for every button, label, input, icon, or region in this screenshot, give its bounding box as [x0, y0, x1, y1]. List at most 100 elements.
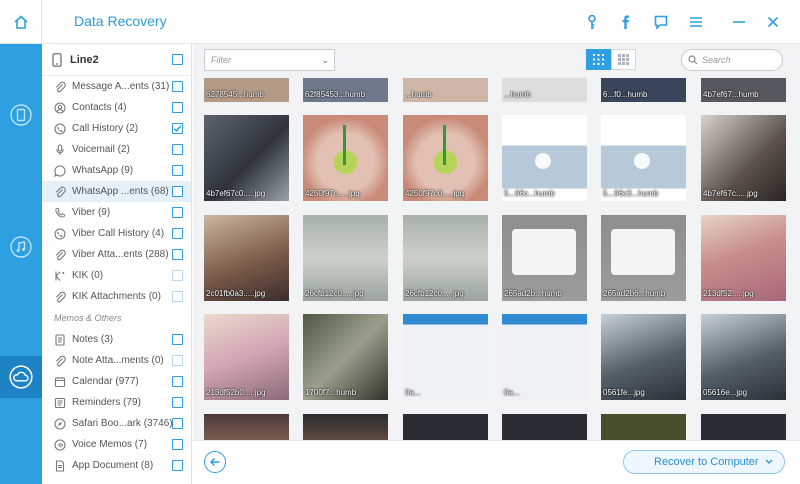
grid-view-toggle[interactable] — [586, 49, 611, 70]
thumbnail[interactable]: 5...96c3...humb — [601, 115, 686, 201]
category-checkbox[interactable] — [172, 249, 183, 260]
filter-dropdown[interactable]: Filter ⌄ — [204, 49, 335, 71]
thumbnail-caption: 0561fe...jpg — [603, 388, 645, 397]
memo-category-label: Safari Boo...ark (3746) — [72, 418, 173, 429]
close-button[interactable] — [763, 12, 783, 32]
memo-category-item[interactable]: Note Atta...ments (0) — [42, 350, 191, 371]
memo-category-item[interactable]: App Document (8) — [42, 455, 191, 476]
category-checkbox[interactable] — [172, 207, 183, 218]
whatsapp-icon — [54, 164, 66, 177]
category-checkbox[interactable] — [172, 270, 183, 281]
thumbnail[interactable]: 213df52b0.....jpg — [204, 314, 289, 400]
category-item[interactable]: Voicemail (2) — [42, 139, 191, 160]
large-view-toggle[interactable] — [611, 49, 636, 70]
category-checkbox[interactable] — [172, 102, 183, 113]
key-button[interactable] — [582, 12, 602, 32]
memo-category-item[interactable]: Calendar (977) — [42, 371, 191, 392]
memo-category-list: Notes (3) Note Atta...ments (0) Calendar (… — [42, 329, 191, 476]
thumbnail[interactable] — [701, 414, 786, 440]
device-select-all-checkbox[interactable] — [172, 54, 183, 65]
thumbnail[interactable]: 0561fe...jpg — [601, 314, 686, 400]
category-item[interactable]: Call History (2) — [42, 118, 191, 139]
thumbnail[interactable]: 1700f7...humb — [303, 314, 388, 400]
category-item[interactable]: Viber Atta...ents (288) — [42, 244, 191, 265]
menu-button[interactable] — [686, 12, 706, 32]
thumbnail-image — [204, 414, 289, 440]
calendar-icon — [54, 376, 66, 388]
thumbnail[interactable]: 213df52.....jpg — [701, 215, 786, 301]
stem-preview — [443, 125, 446, 165]
recover-from-icloud-tab[interactable] — [0, 356, 42, 398]
search-box[interactable]: Search — [681, 49, 783, 71]
thumbnail[interactable]: 265ad2b6...humb — [601, 215, 686, 301]
reminders-icon — [54, 397, 66, 409]
memo-category-checkbox[interactable] — [172, 418, 183, 429]
category-item[interactable]: KIK Attachments (0) — [42, 286, 191, 307]
thumbnail[interactable]: 05616e...jpg — [701, 314, 786, 400]
thumbnail[interactable]: 26cfb12c0.....jpg — [303, 215, 388, 301]
contacts-icon — [54, 101, 66, 114]
thumbnail[interactable]: 5...96c...humb — [502, 115, 587, 201]
category-checkbox[interactable] — [172, 291, 183, 302]
category-item[interactable]: Viber (9) — [42, 202, 191, 223]
thumbnail[interactable] — [502, 414, 587, 440]
category-checkbox[interactable] — [172, 81, 183, 92]
thumbnail[interactable]: 4250f97c0.....jpg — [403, 115, 488, 201]
thumbnail[interactable]: 0a... — [502, 314, 587, 400]
thumbnail[interactable]: 26cfb12c0.....jpg — [403, 215, 488, 301]
category-checkbox[interactable] — [172, 144, 183, 155]
memo-category-checkbox[interactable] — [172, 460, 183, 471]
minimize-button[interactable] — [729, 12, 749, 32]
thumbnail-image — [502, 414, 587, 440]
thumbnail[interactable]: 0a... — [403, 314, 488, 400]
memo-category-checkbox[interactable] — [172, 439, 183, 450]
thumbnail[interactable]: 265ad2b...humb — [502, 215, 587, 301]
thumbnail[interactable]: 62f85453...humb — [303, 78, 388, 102]
category-item[interactable]: Contacts (4) — [42, 97, 191, 118]
feedback-button[interactable] — [651, 12, 671, 32]
category-item[interactable]: Viber Call History (4) — [42, 223, 191, 244]
memo-category-item[interactable]: Safari Boo...ark (3746) — [42, 413, 191, 434]
home-button[interactable] — [0, 0, 42, 44]
memo-category-checkbox[interactable] — [172, 334, 183, 345]
category-item[interactable]: Message A...ents (31) — [42, 76, 191, 97]
memo-category-label: Notes (3) — [72, 334, 114, 345]
memo-category-label: Voice Memos (7) — [72, 439, 148, 450]
memo-category-checkbox[interactable] — [172, 376, 183, 387]
category-item[interactable]: WhatsApp (9) — [42, 160, 191, 181]
facebook-button[interactable] — [616, 12, 636, 32]
memo-category-item[interactable]: Reminders (79) — [42, 392, 191, 413]
category-item[interactable]: WhatsApp ...ents (68) — [42, 181, 191, 202]
thumbnail[interactable]: 6...f0...humb — [601, 78, 686, 102]
thumbnail[interactable]: 6278545...humb — [204, 78, 289, 102]
thumbnail-caption: ...humb — [405, 90, 432, 99]
mode-rail — [0, 44, 42, 484]
memo-category-item[interactable]: Voice Memos (7) — [42, 434, 191, 455]
memo-category-checkbox[interactable] — [172, 397, 183, 408]
category-checkbox[interactable] — [172, 186, 183, 197]
thumbnail[interactable]: 4b7ef67...humb — [701, 78, 786, 102]
thumbnail[interactable]: 2c01fb0a3.....jpg — [204, 215, 289, 301]
category-checkbox[interactable] — [172, 165, 183, 176]
recover-from-itunes-tab[interactable] — [0, 226, 42, 268]
back-button[interactable] — [204, 451, 226, 473]
thumbnail[interactable] — [303, 414, 388, 440]
thumbnail[interactable]: ...humb — [403, 78, 488, 102]
minimize-icon — [733, 21, 745, 23]
thumbnail[interactable] — [403, 414, 488, 440]
notes-icon — [54, 333, 66, 346]
recover-to-computer-button[interactable]: Recover to Computer — [623, 450, 785, 474]
category-item[interactable]: KIK (0) — [42, 265, 191, 286]
category-checkbox[interactable] — [172, 228, 183, 239]
thumbnail[interactable] — [204, 414, 289, 440]
thumbnail[interactable]: 4250f97c.....jpg — [303, 115, 388, 201]
category-checkbox[interactable] — [172, 123, 183, 134]
voice-memo-icon — [54, 438, 66, 451]
recover-from-device-tab[interactable] — [0, 94, 42, 136]
thumbnail[interactable]: 4b7ef67c.....jpg — [701, 115, 786, 201]
thumbnail[interactable]: 4b7ef67c0.....jpg — [204, 115, 289, 201]
memo-category-item[interactable]: Notes (3) — [42, 329, 191, 350]
thumbnail[interactable]: ...humb — [502, 78, 587, 102]
memo-category-checkbox[interactable] — [172, 355, 183, 366]
thumbnail[interactable] — [601, 414, 686, 440]
